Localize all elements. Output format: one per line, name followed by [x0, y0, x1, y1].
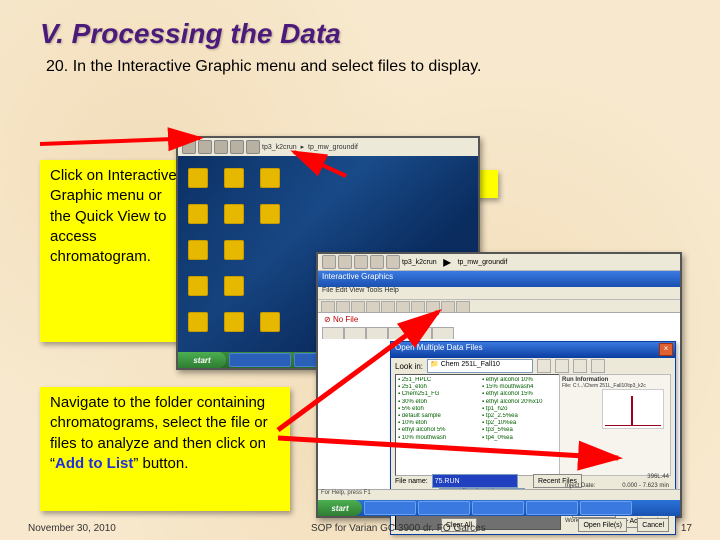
toolbar-icon [370, 255, 384, 269]
ig-body: ⊘ No File Open Multiple Data Files × Loo… [318, 312, 680, 500]
file-list: ▪ 251_HPLC▪ 251_etoh▪ Chem251_FG▪ 30% et… [395, 374, 565, 476]
file-item: ▪ ethyl alcohol 5% [398, 427, 478, 434]
taskbar-item [418, 501, 470, 515]
nav-view-icon [591, 359, 605, 373]
desktop-icon [224, 276, 244, 296]
desktop-icon [224, 168, 244, 188]
taskbar-item [526, 501, 578, 515]
desktop-icon [188, 240, 208, 260]
desktop-icon [260, 168, 280, 188]
lookin-dropdown: 📁 Chem 251L_Fall10 [427, 359, 533, 373]
toolbar-icon [230, 140, 244, 154]
callout-bottom: Navigate to the folder containing chroma… [40, 387, 290, 511]
toolbar-icon [322, 255, 336, 269]
desktop-icon [188, 276, 208, 296]
filename-input [432, 474, 518, 488]
taskbar-item [472, 501, 524, 515]
taskbar-item [364, 501, 416, 515]
ig-menubar: File Edit View Tools Help [318, 287, 680, 300]
start-button: start [178, 352, 226, 368]
toolbar-text: tp_mw_groundif [458, 259, 508, 266]
desktop-icon [188, 168, 208, 188]
file-item: ▪ ethyl alcohol 20%x10 [482, 399, 562, 406]
screenshot-interactive-graphics: tp3_k2crun ▸ tp_mw_groundif Interactive … [316, 252, 682, 518]
page-title: V. Processing the Data [0, 0, 720, 54]
desktop-icon [224, 312, 244, 332]
metadata-row: 396L.44 [565, 474, 669, 482]
dialog-titlebar: Open Multiple Data Files × [391, 342, 675, 358]
file-item: ▪ tp2_2.5%ea [482, 413, 562, 420]
callout-bottom-bold: Add to List [55, 455, 133, 472]
file-item: ▪ tp3_5%ea [482, 427, 562, 434]
footer-date: November 30, 2010 [28, 523, 116, 534]
file-item: ▪ 5% etoh [398, 406, 478, 413]
ig-statusbar: For Help, press F1 [318, 489, 680, 500]
nav-newfolder-icon [573, 359, 587, 373]
desktop-icon [188, 312, 208, 332]
lookin-label: Look in: [395, 362, 423, 371]
callout-bottom-suffix: ” button. [133, 455, 188, 472]
ig-tabs [322, 327, 454, 339]
toolbar-icon [354, 255, 368, 269]
toolbar-text: tp3_k2crun [262, 144, 297, 151]
toolbar-icon [386, 255, 400, 269]
toolbar-icon [214, 140, 228, 154]
footer-page: 17 [681, 523, 692, 534]
chromatogram-preview [602, 389, 664, 429]
desktop-icon [260, 312, 280, 332]
file-item: ▪ 10% etoh [398, 420, 478, 427]
file-item: ▪ default sample [398, 413, 478, 420]
nav-up-icon [555, 359, 569, 373]
toolbar-icon [338, 255, 352, 269]
desktop-icon [260, 204, 280, 224]
file-item: ▪ ethyl alcohol 10% [482, 377, 562, 384]
toolbar-text: tp3_k2crun [402, 259, 437, 266]
callout-left: Click on Interactive Graphic menu or the… [40, 160, 188, 342]
desktop-icon [224, 204, 244, 224]
ig-taskbar: start [318, 500, 680, 516]
step-text: 20. In the Interactive Graphic menu and … [46, 58, 680, 76]
file-item: ▪ 30% etoh [398, 399, 478, 406]
no-file-label: ⊘ No File [324, 315, 358, 324]
quick-view-icon [246, 140, 260, 154]
footer: November 30, 2010 SOP for Varian GC 3900… [0, 523, 720, 534]
file-item: ▪ ethyl alcohol 15% [482, 391, 562, 398]
file-item: ▪ 251_etoh [398, 384, 478, 391]
footer-center: SOP for Varian GC 3900 dr. FO Garces [311, 523, 486, 534]
file-item: ▪ tp2_10%ea [482, 420, 562, 427]
lookin-row: Look in: 📁 Chem 251L_Fall10 [391, 358, 675, 374]
run-information-panel: Run Information File: C:\...\Chem 251L_F… [559, 374, 671, 476]
file-item: ▪ tp1_h2o [482, 406, 562, 413]
ig-outer-toolbar: tp3_k2crun ▸ tp_mw_groundif [318, 254, 680, 271]
start-button: start [318, 500, 362, 516]
desktop-icon [224, 240, 244, 260]
taskbar-item [580, 501, 632, 515]
desktop-toolbar: tp3_k2crun ▸ tp_mw_groundif [178, 138, 478, 156]
file-item: ▪ 251_HPLC [398, 377, 478, 384]
file-item: ▪ tp4_0%ea [482, 435, 562, 442]
taskbar-item [229, 353, 291, 367]
desktop-icon [188, 204, 208, 224]
filename-row: File name: [395, 474, 518, 488]
file-item: ▪ 10% mouthwash [398, 435, 478, 442]
filename-label: File name: [395, 478, 428, 485]
nav-back-icon [537, 359, 551, 373]
file-item: ▪ Chem251_FG [398, 391, 478, 398]
close-icon: × [659, 343, 673, 356]
toolbar-icon [182, 140, 196, 154]
file-item: ▪ 15% mouthwash4 [482, 384, 562, 391]
ig-titlebar: Interactive Graphics [318, 271, 680, 287]
toolbar-text: tp_mw_groundif [308, 144, 358, 151]
toolbar-icon [198, 140, 212, 154]
